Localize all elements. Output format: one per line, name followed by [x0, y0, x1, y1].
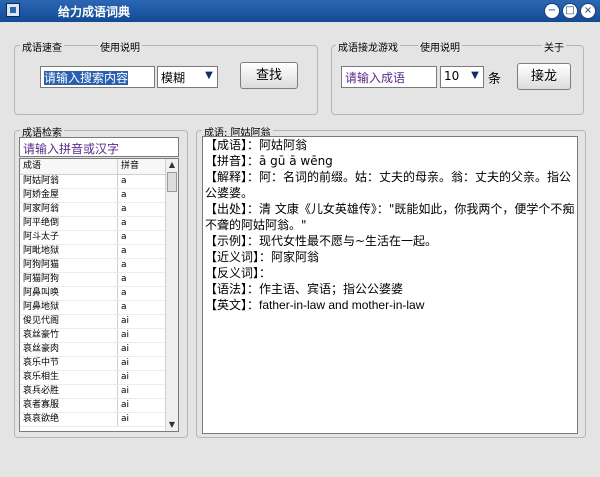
- detail-line-pinyin: 【拼音】：ā gū ā wēng: [205, 154, 333, 168]
- idiom-cell: 俊见代阁: [20, 315, 118, 328]
- app-icon: [6, 3, 20, 17]
- minimize-button[interactable]: −: [544, 3, 560, 19]
- detail-line-english: 【英文】：father-in-law and mother-in-law: [205, 298, 425, 312]
- quick-search-help-link[interactable]: 使用说明: [98, 39, 142, 54]
- table-row[interactable]: 哀丝豪竹 ai: [20, 329, 178, 343]
- chevron-down-icon: ▼: [471, 70, 479, 81]
- close-button[interactable]: ×: [580, 3, 596, 19]
- table-row[interactable]: 俊见代阁 ai: [20, 315, 178, 329]
- detail-line-example: 【示例】：现代女性最不愿与~生活在一起。: [205, 234, 438, 248]
- pinyin-cell: ai: [121, 358, 130, 368]
- solitaire-help-link[interactable]: 使用说明: [418, 39, 462, 54]
- solitaire-label: 成语接龙游戏: [336, 39, 400, 54]
- detail-line-antonym: 【反义词】：: [205, 266, 272, 280]
- pinyin-cell: a: [121, 302, 127, 312]
- idiom-cell: 哀兵必胜: [20, 385, 118, 398]
- detail-line-meaning: 【解释】：阿：名词的前缀。姑：丈夫的母亲。翁：丈夫的父亲。指公公婆婆。: [205, 170, 572, 200]
- detail-line-synonym: 【近义词】：阿家阿翁: [205, 250, 320, 264]
- idiom-cell: 阿平绝倒: [20, 217, 118, 230]
- table-row[interactable]: 哀兵必胜 ai: [20, 385, 178, 399]
- column-header-idiom[interactable]: 成语: [20, 159, 118, 174]
- pinyin-cell: ai: [121, 386, 130, 396]
- idiom-cell: 哀乐中节: [20, 357, 118, 370]
- search-button[interactable]: 查找: [240, 62, 298, 89]
- table-row[interactable]: 阿平绝倒 a: [20, 217, 178, 231]
- pinyin-cell: a: [121, 260, 127, 270]
- idiom-cell: 阿娇金屋: [20, 189, 118, 202]
- count-unit-label: 条: [488, 72, 502, 87]
- table-row[interactable]: 阿猫阿狗 a: [20, 273, 178, 287]
- idiom-cell: 阿姑阿翁: [20, 175, 118, 188]
- pinyin-cell: ai: [121, 344, 130, 354]
- pinyin-cell: ai: [121, 400, 130, 410]
- table-row[interactable]: 哀乐中节 ai: [20, 357, 178, 371]
- quick-search-label: 成语速查: [20, 39, 64, 54]
- table-row[interactable]: 阿娇金屋 a: [20, 189, 178, 203]
- idiom-list-header: 成语 拼音: [20, 159, 178, 175]
- idiom-cell: 哀者寡服: [20, 399, 118, 412]
- column-header-pinyin[interactable]: 拼音: [118, 159, 164, 174]
- pinyin-cell: a: [121, 288, 127, 298]
- table-row[interactable]: 阿姑阿翁 a: [20, 175, 178, 189]
- idiom-cell: 阿斗太子: [20, 231, 118, 244]
- idiom-cell: 阿鼻地狱: [20, 301, 118, 314]
- detail-line-idiom: 【成语】：阿姑阿翁: [205, 138, 308, 152]
- idiom-cell: 哀丝豪竹: [20, 329, 118, 342]
- table-row[interactable]: 阿斗太子 a: [20, 231, 178, 245]
- idiom-cell: 阿毗地狱: [20, 245, 118, 258]
- idiom-cell: 哀哀欲绝: [20, 413, 118, 426]
- table-row[interactable]: 哀丝豪肉 ai: [20, 343, 178, 357]
- pinyin-cell: a: [121, 274, 127, 284]
- list-scrollbar[interactable]: ▲ ▼: [165, 159, 178, 431]
- idiom-list[interactable]: 成语 拼音 阿姑阿翁 a 阿娇金屋 a 阿家阿翁 a 阿平绝倒 a 阿斗太子 a 阿毗地狱 a 阿狗阿猫…: [19, 158, 179, 432]
- idiom-cell: 哀丝豪肉: [20, 343, 118, 356]
- match-mode-select[interactable]: 模糊 ▼: [157, 66, 218, 88]
- scroll-thumb[interactable]: [167, 172, 177, 192]
- window-title: 给力成语词典: [58, 5, 131, 19]
- app-window: 给力成语词典 − □ × 成语速查 使用说明 请输入搜索内容 模糊 ▼ 查找 成…: [0, 0, 600, 477]
- detail-line-grammar: 【语法】：作主语、宾语；指公公婆婆: [205, 282, 404, 296]
- pinyin-cell: a: [121, 204, 127, 214]
- detail-line-source: 【出处】：清 文康《儿女英雄传》："既能如此，你我两个，便学个不痴不聋的阿姑阿翁…: [205, 202, 575, 232]
- table-row[interactable]: 阿鼻地狱 a: [20, 301, 178, 315]
- solitaire-count-select[interactable]: 10 ▼: [440, 66, 484, 88]
- table-row[interactable]: 哀者寡服 ai: [20, 399, 178, 413]
- pinyin-cell: a: [121, 218, 127, 228]
- pinyin-cell: a: [121, 190, 127, 200]
- scroll-up-icon[interactable]: ▲: [166, 159, 178, 171]
- pinyin-cell: ai: [121, 414, 130, 424]
- table-row[interactable]: 哀乐相生 ai: [20, 371, 178, 385]
- solitaire-count-value: 10: [444, 69, 460, 83]
- table-row[interactable]: 阿鼻叫唤 a: [20, 287, 178, 301]
- pinyin-filter-input[interactable]: 请输入拼音或汉字: [19, 137, 179, 157]
- chevron-down-icon: ▼: [205, 70, 213, 81]
- idiom-cell: 阿猫阿狗: [20, 273, 118, 286]
- solitaire-idiom-input[interactable]: 请输入成语: [341, 66, 437, 88]
- maximize-button[interactable]: □: [562, 3, 578, 19]
- about-link[interactable]: 关于: [542, 39, 566, 54]
- table-row[interactable]: 阿毗地狱 a: [20, 245, 178, 259]
- table-row[interactable]: 阿家阿翁 a: [20, 203, 178, 217]
- pinyin-cell: ai: [121, 316, 130, 326]
- pinyin-cell: ai: [121, 330, 130, 340]
- quick-search-input[interactable]: 请输入搜索内容: [40, 66, 155, 88]
- table-row[interactable]: 阿狗阿猫 a: [20, 259, 178, 273]
- pinyin-cell: ai: [121, 372, 130, 382]
- idiom-cell: 阿鼻叫唤: [20, 287, 118, 300]
- table-row[interactable]: 哀哀欲绝 ai: [20, 413, 178, 427]
- pinyin-cell: a: [121, 246, 127, 256]
- solitaire-button[interactable]: 接龙: [517, 63, 571, 90]
- title-bar[interactable]: 给力成语词典 − □ ×: [0, 0, 600, 22]
- idiom-cell: 阿家阿翁: [20, 203, 118, 216]
- idiom-cell: 阿狗阿猫: [20, 259, 118, 272]
- match-mode-value: 模糊: [161, 71, 186, 85]
- pinyin-cell: a: [121, 232, 127, 242]
- pinyin-cell: a: [121, 176, 127, 186]
- idiom-cell: 哀乐相生: [20, 371, 118, 384]
- scroll-down-icon[interactable]: ▼: [166, 419, 178, 431]
- idiom-detail-text[interactable]: 【成语】：阿姑阿翁 【拼音】：ā gū ā wēng 【解释】：阿：名词的前缀。…: [202, 136, 578, 434]
